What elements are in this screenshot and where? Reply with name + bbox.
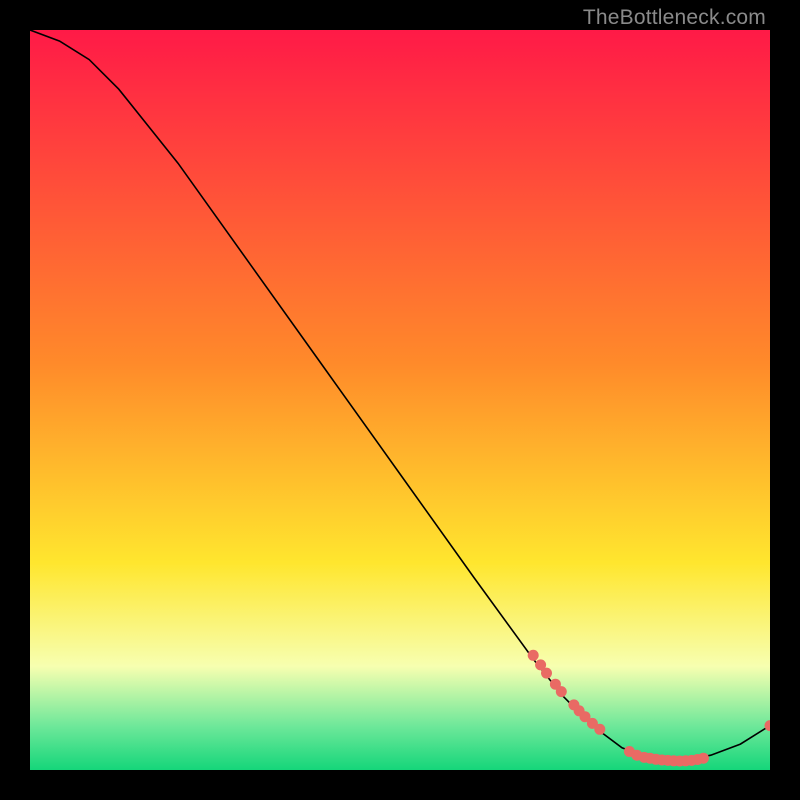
data-point bbox=[594, 724, 605, 735]
data-point bbox=[698, 753, 709, 764]
gradient-background bbox=[30, 30, 770, 770]
bottleneck-chart bbox=[30, 30, 770, 770]
chart-frame bbox=[30, 30, 770, 770]
data-point bbox=[528, 650, 539, 661]
watermark-text: TheBottleneck.com bbox=[583, 6, 766, 30]
data-point bbox=[541, 668, 552, 679]
data-point bbox=[556, 686, 567, 697]
